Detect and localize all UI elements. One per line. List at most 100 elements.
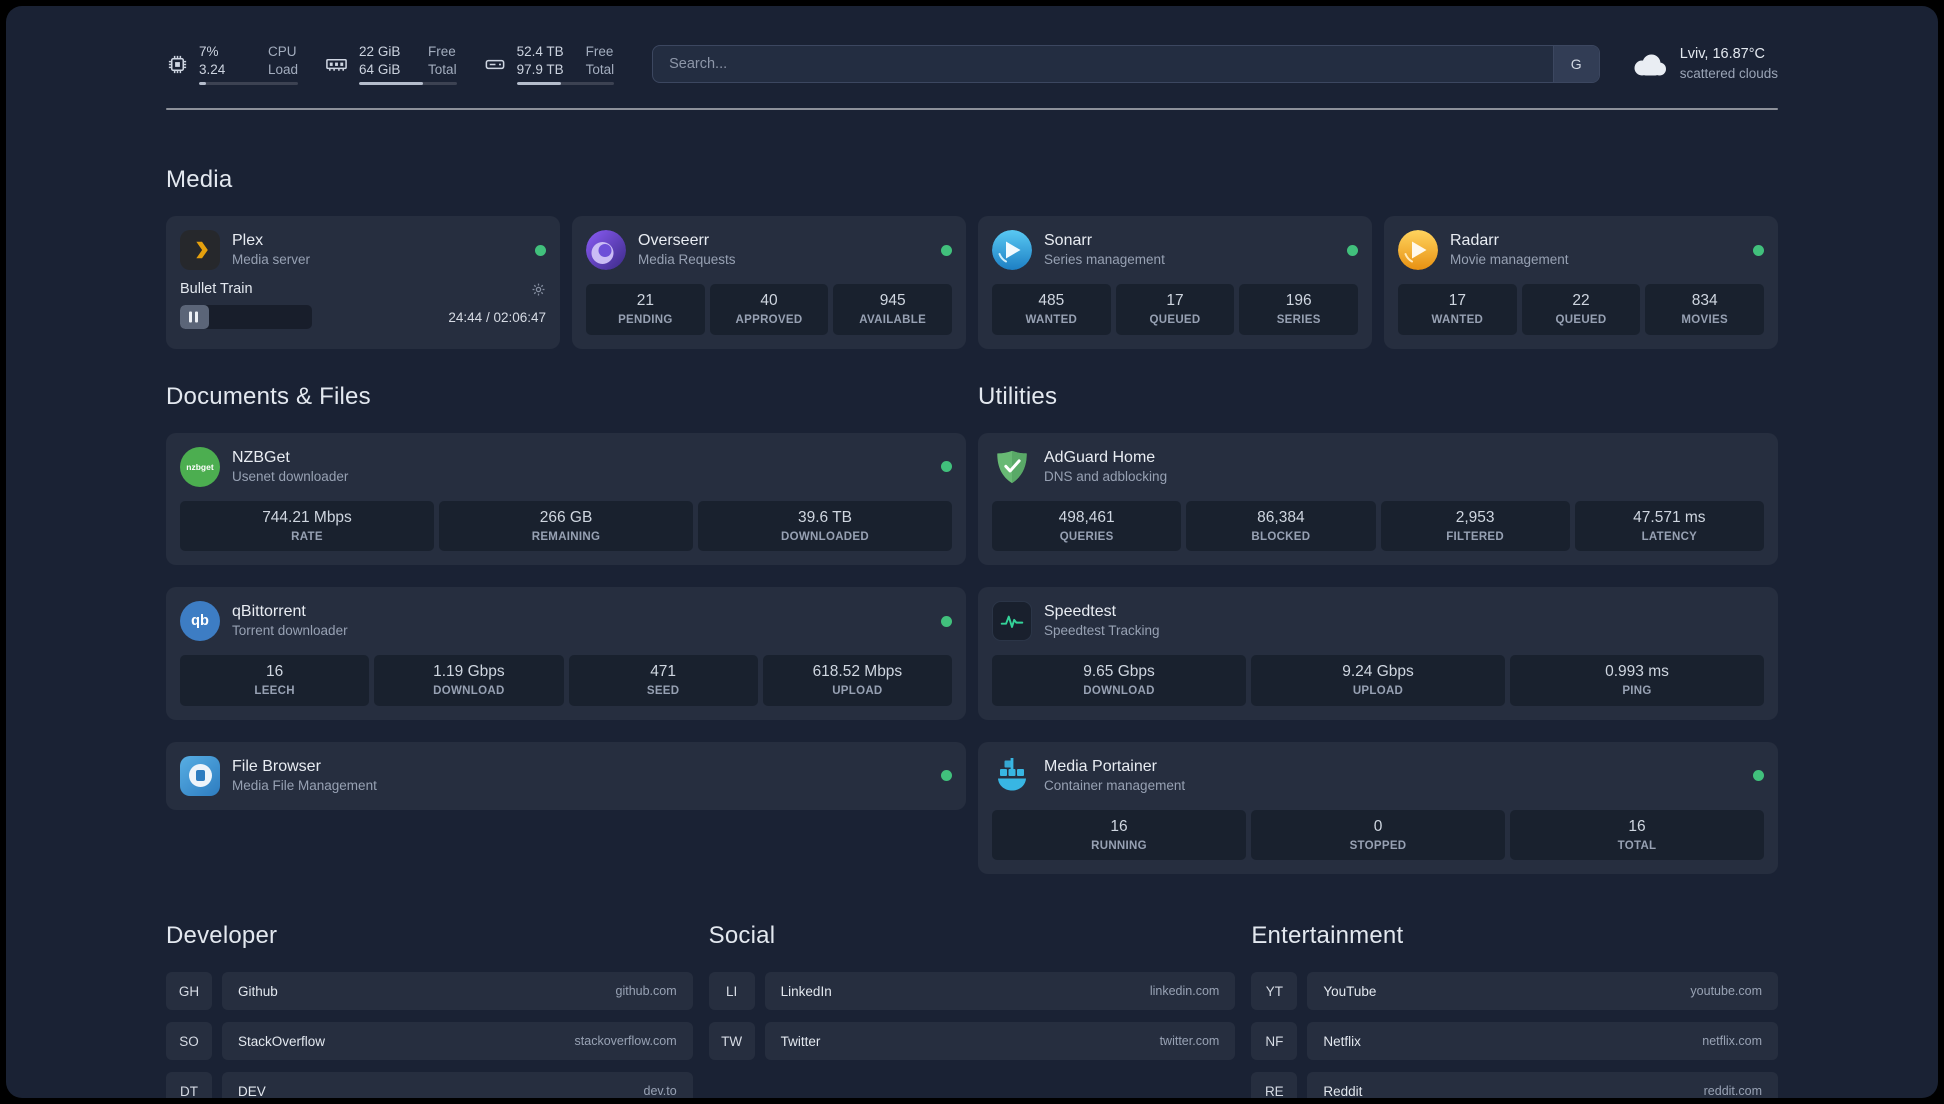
bookmark-group-title: Entertainment <box>1251 922 1404 950</box>
portainer-stats: 16 RUNNING 0 STOPPED 16 TOTAL <box>992 809 1764 861</box>
stat-upload: 618.52 Mbps UPLOAD <box>762 655 952 706</box>
bookmark-pill[interactable]: YouTube youtube.com <box>1307 972 1778 1011</box>
stat-label: DOWNLOAD <box>1083 685 1155 698</box>
service-subtitle: Series management <box>1044 252 1165 268</box>
service-card-adguard[interactable]: AdGuard Home DNS and adblocking 498,461 … <box>978 432 1778 566</box>
stat-label: RUNNING <box>1091 839 1147 852</box>
bookmark-pill[interactable]: Twitter twitter.com <box>764 1022 1236 1061</box>
bookmark-dev[interactable]: DT DEV dev.to <box>166 1072 693 1098</box>
service-card-speedtest[interactable]: Speedtest Speedtest Tracking 9.65 Gbps D… <box>978 587 1778 720</box>
bookmark-name: DEV <box>238 1083 266 1098</box>
service-card-nzbget[interactable]: nzbget NZBGet Usenet downloader 744.21 M… <box>166 432 966 566</box>
topbar-divider <box>166 108 1778 110</box>
bookmark-pill[interactable]: Reddit reddit.com <box>1307 1072 1778 1098</box>
bookmark-abbr[interactable]: DT <box>166 1072 212 1098</box>
service-card-sonarr[interactable]: Sonarr Series management 485 WANTED 17 Q… <box>978 216 1372 349</box>
nzbget-header: nzbget NZBGet Usenet downloader <box>180 446 952 487</box>
service-card-portainer[interactable]: Media Portainer Container management 16 … <box>978 741 1778 875</box>
gear-icon[interactable] <box>531 282 546 297</box>
bookmark-twitter[interactable]: TW Twitter twitter.com <box>708 1022 1236 1061</box>
cpu-load-value: 3.24 <box>199 61 226 77</box>
stat-ping: 0.993 ms PING <box>1510 655 1764 706</box>
stat-label: FILTERED <box>1446 530 1505 543</box>
stat-wanted: 17 WANTED <box>1398 284 1517 335</box>
stat-approved: 40 APPROVED <box>709 284 829 335</box>
cpu-usage-bar <box>199 82 299 86</box>
stat-download: 9.65 Gbps DOWNLOAD <box>992 655 1246 706</box>
stat-queued: 22 QUEUED <box>1521 284 1641 335</box>
stat-label: AVAILABLE <box>859 313 927 326</box>
bookmark-youtube[interactable]: YT YouTube youtube.com <box>1251 972 1778 1011</box>
service-name: Media Portainer <box>1044 758 1157 775</box>
service-card-qbittorrent[interactable]: qb qBittorrent Torrent downloader 16 LEE… <box>166 587 966 720</box>
service-card-overseerr[interactable]: Overseerr Media Requests 21 PENDING 40 A… <box>572 216 966 349</box>
adguard-icon <box>992 447 1032 487</box>
sonarr-icon <box>992 230 1032 270</box>
section-documents: Documents & Files nzbget NZBGet Usenet d… <box>166 383 966 875</box>
section-media: Media Plex Media server Bullet Train 24:… <box>166 166 1778 349</box>
stat-label: PENDING <box>618 313 673 326</box>
service-card-radarr[interactable]: Radarr Movie management 17 WANTED 22 QUE… <box>1384 216 1778 349</box>
bookmark-pill[interactable]: StackOverflow stackoverflow.com <box>222 1022 693 1061</box>
bookmark-linkedin[interactable]: LI LinkedIn linkedin.com <box>708 972 1236 1011</box>
bookmark-abbr[interactable]: TW <box>708 1022 755 1061</box>
stat-label: APPROVED <box>735 313 803 326</box>
bookmark-abbr[interactable]: LI <box>708 972 755 1011</box>
stat-upload: 9.24 Gbps UPLOAD <box>1251 655 1505 706</box>
stat-filtered: 2,953 FILTERED <box>1380 500 1570 552</box>
service-name: Overseerr <box>638 232 710 250</box>
service-subtitle: Torrent downloader <box>232 623 348 639</box>
adguard-title-block: AdGuard Home DNS and adblocking <box>1044 448 1167 486</box>
service-subtitle: Media server <box>232 252 311 268</box>
portainer-header: Media Portainer Container management <box>992 756 1764 796</box>
stat-label: UPLOAD <box>832 685 883 698</box>
speedtest-stats: 9.65 Gbps DOWNLOAD 9.24 Gbps UPLOAD 0.99… <box>992 655 1764 706</box>
qbittorrent-icon: qb <box>180 601 220 642</box>
search-provider-button[interactable]: G <box>1552 46 1599 82</box>
bookmark-github[interactable]: GH Github github.com <box>166 972 693 1011</box>
bookmark-netflix[interactable]: NF Netflix netflix.com <box>1251 1022 1778 1061</box>
stat-movies: 834 MOVIES <box>1645 284 1765 335</box>
bookmark-abbr[interactable]: RE <box>1251 1072 1298 1098</box>
bookmark-domain: stackoverflow.com <box>574 1034 677 1049</box>
bookmark-pill[interactable]: LinkedIn linkedin.com <box>764 972 1236 1011</box>
nzbget-icon-text: nzbget <box>186 461 214 472</box>
bookmark-pill[interactable]: Netflix netflix.com <box>1307 1022 1778 1061</box>
playback-progress-bar[interactable] <box>180 305 312 329</box>
bookmark-stackoverflow[interactable]: SO StackOverflow stackoverflow.com <box>166 1022 693 1061</box>
homepage-dashboard: 7% 3.24 CPU Load 22 GiB 64 GiB Free Tota… <box>6 6 1938 1098</box>
section-title-media: Media <box>166 166 233 193</box>
bookmark-abbr[interactable]: YT <box>1251 972 1298 1011</box>
bookmark-reddit[interactable]: RE Reddit reddit.com <box>1251 1072 1778 1098</box>
bookmark-name: Github <box>238 983 278 999</box>
bookmark-name: LinkedIn <box>780 983 832 999</box>
stat-pending: 21 PENDING <box>586 284 705 335</box>
service-name: Plex <box>232 232 264 250</box>
overseerr-header: Overseerr Media Requests <box>586 230 952 270</box>
stat-label: TOTAL <box>1617 839 1657 852</box>
bookmark-pill[interactable]: Github github.com <box>222 972 693 1011</box>
playback-time: 24:44 / 02:06:47 <box>448 309 546 325</box>
service-card-plex[interactable]: Plex Media server Bullet Train 24:44 / 0… <box>166 216 560 349</box>
memory-widget: 22 GiB 64 GiB Free Total <box>324 43 457 86</box>
pause-icon[interactable] <box>189 311 198 323</box>
cpu-usage-value: 7% <box>199 43 219 59</box>
bookmark-abbr[interactable]: SO <box>166 1022 212 1061</box>
stat-value: 16 <box>266 663 284 681</box>
filebrowser-header: File Browser Media File Management <box>180 755 952 796</box>
stat-label: BLOCKED <box>1251 530 1311 543</box>
filebrowser-title-block: File Browser Media File Management <box>232 757 377 795</box>
cpu-label: CPU <box>268 43 297 59</box>
bookmark-group-title: Developer <box>166 922 278 950</box>
bookmark-pill[interactable]: DEV dev.to <box>222 1072 693 1098</box>
stat-label: QUERIES <box>1059 530 1114 543</box>
search-input[interactable] <box>653 46 1553 82</box>
stat-downloaded: 39.6 TB DOWNLOADED <box>698 500 952 552</box>
bookmark-abbr[interactable]: NF <box>1251 1022 1298 1061</box>
service-card-filebrowser[interactable]: File Browser Media File Management <box>166 741 966 810</box>
stat-value: 2,953 <box>1455 508 1495 526</box>
stat-value: 22 <box>1572 292 1590 309</box>
stat-total: 16 TOTAL <box>1510 809 1764 861</box>
section-utilities: Utilities AdGuard Home DNS and adblockin… <box>978 383 1778 875</box>
bookmark-abbr[interactable]: GH <box>166 972 212 1011</box>
